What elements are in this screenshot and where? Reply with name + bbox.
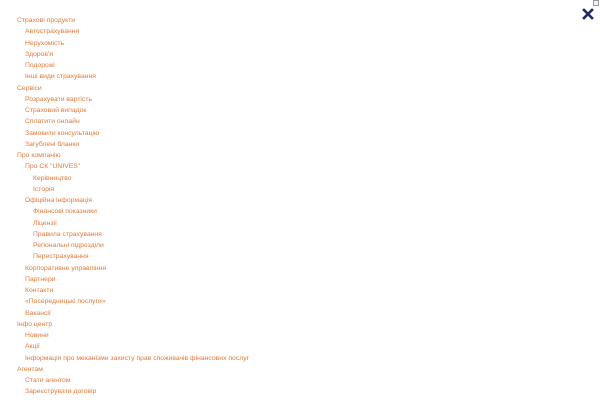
menu-item-link[interactable]: Контакти — [0, 285, 600, 296]
menu-item-link[interactable]: Замовити консультацію — [0, 128, 600, 139]
close-icon — [582, 8, 594, 20]
menu-item-link[interactable]: Загублені бланки — [0, 139, 600, 150]
menu-item-link[interactable]: Нерухомість — [0, 38, 600, 49]
menu-item-link[interactable]: Новини — [0, 330, 600, 341]
menu-item-link[interactable]: Страховий випадок — [0, 105, 600, 116]
menu-item-link[interactable]: Про СК "UNIVES" — [0, 161, 600, 172]
menu-section-link[interactable]: Страхові продукти — [0, 15, 600, 26]
corner-resize-icon — [593, 0, 599, 6]
menu-item-link[interactable]: Стати агентом — [0, 375, 600, 386]
menu-item-link[interactable]: Партнери — [0, 274, 600, 285]
menu-item-link[interactable]: Здоров'я — [0, 49, 600, 60]
menu-item-link[interactable]: Вакансії — [0, 308, 600, 319]
menu-item-link[interactable]: Зареєструвати договір — [0, 386, 600, 397]
submenu-item-link[interactable]: Історія — [0, 184, 600, 195]
close-button[interactable] — [582, 7, 594, 20]
submenu-item-link[interactable]: Керівництво — [0, 173, 600, 184]
menu-item-link[interactable]: Корпоративне управління — [0, 263, 600, 274]
menu-item-link[interactable]: Автострахування — [0, 26, 600, 37]
menu-section-link[interactable]: Інфо центр — [0, 319, 600, 330]
submenu-item-link[interactable]: Фінансові показники — [0, 206, 600, 217]
menu-item-link[interactable]: Інформація про механізми захисту прав сп… — [0, 353, 600, 364]
submenu-item-link[interactable]: Перестрахування — [0, 251, 600, 262]
site-navigation-menu: Страхові продукти Автострахування Нерухомі… — [0, 15, 600, 398]
menu-section-link[interactable]: Про компанію — [0, 150, 600, 161]
submenu-item-link[interactable]: Регіональні підрозділи — [0, 240, 600, 251]
menu-item-link[interactable]: «Посередницькі послуги» — [0, 296, 600, 307]
menu-item-link[interactable]: Розрахувати вартість — [0, 94, 600, 105]
menu-section-link[interactable]: Сервіси — [0, 83, 600, 94]
menu-section-link[interactable]: Агентам — [0, 364, 600, 375]
submenu-item-link[interactable]: Правила страхування — [0, 229, 600, 240]
menu-item-link[interactable]: Офіційна інформація — [0, 195, 600, 206]
menu-item-link[interactable]: Подорожі — [0, 60, 600, 71]
menu-item-link[interactable]: Акції — [0, 341, 600, 352]
menu-item-link[interactable]: Інші види страхування — [0, 71, 600, 82]
menu-item-link[interactable]: Сплатити онлайн — [0, 116, 600, 127]
submenu-item-link[interactable]: Ліцензії — [0, 218, 600, 229]
